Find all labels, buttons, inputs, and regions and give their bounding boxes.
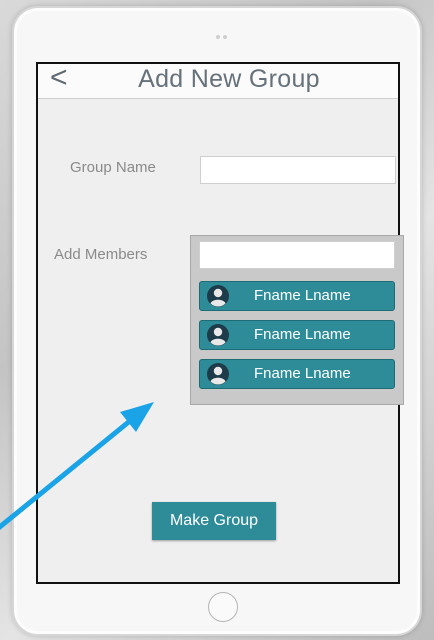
pointer-arrow: [0, 402, 154, 530]
